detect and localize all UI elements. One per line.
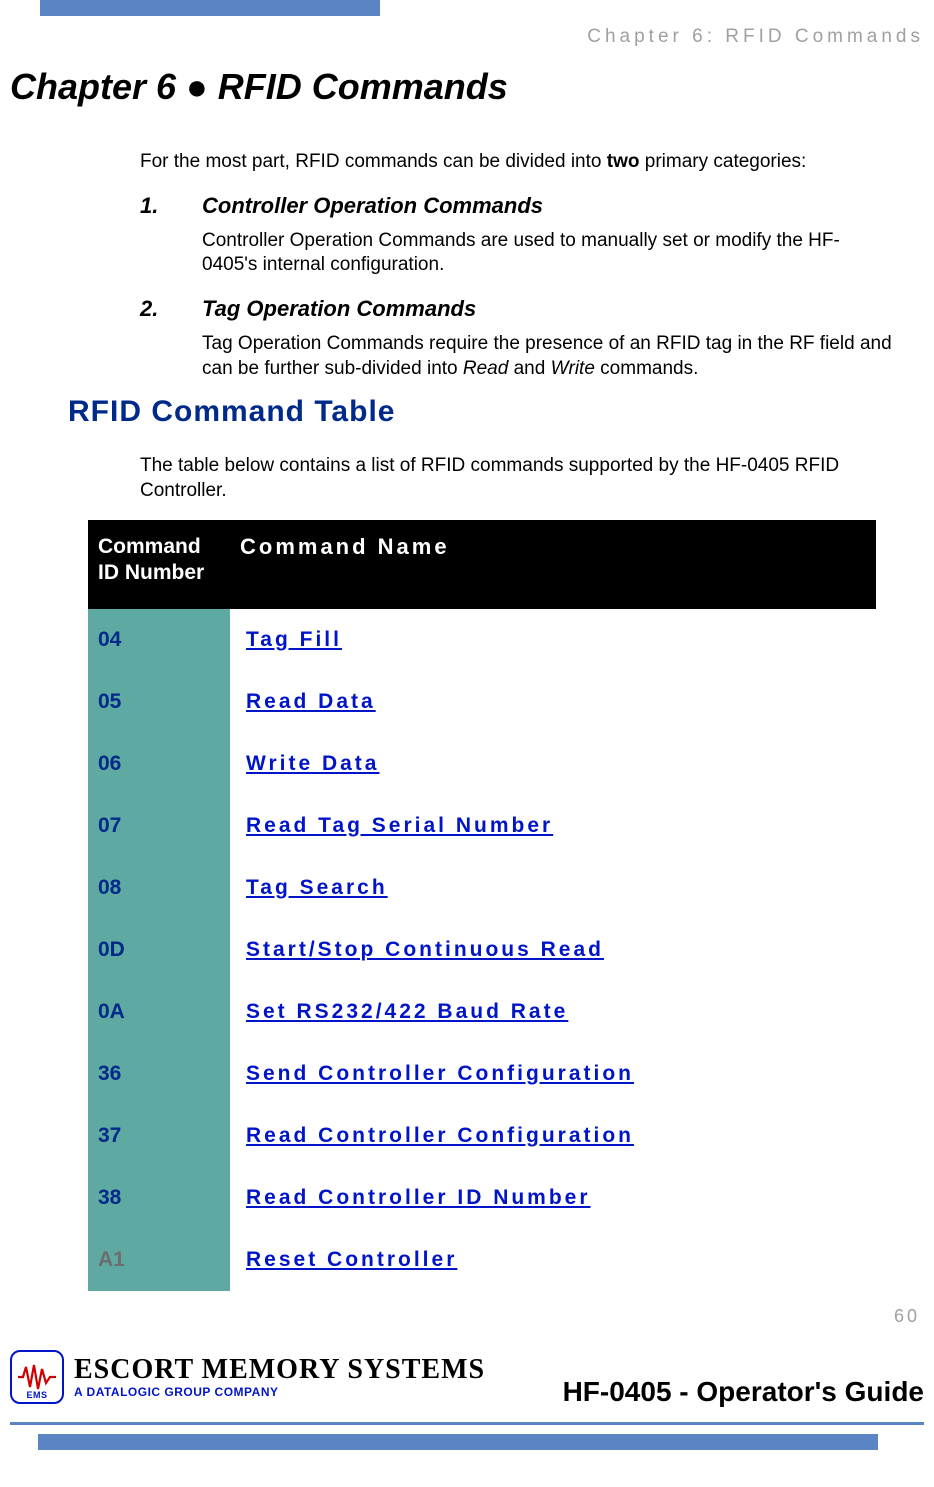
command-id-cell: 08 — [88, 857, 230, 919]
command-id-cell: 06 — [88, 733, 230, 795]
table-intro-text: The table below contains a list of RFID … — [140, 454, 910, 503]
command-name-cell: Tag Search — [230, 857, 876, 919]
command-id-cell: 04 — [88, 609, 230, 671]
command-id-cell: 0D — [88, 919, 230, 981]
intro-text-pre: For the most part, RFID commands can be … — [140, 151, 607, 172]
table-row: 38 Read Controller ID Number — [88, 1167, 876, 1229]
command-name-cell: Start/Stop Continuous Read — [230, 919, 876, 981]
list-number-1: 1. — [140, 193, 202, 219]
command-name-cell: Read Controller Configuration — [230, 1105, 876, 1167]
list-number-2: 2. — [140, 296, 202, 322]
page-number: 60 — [894, 1306, 920, 1327]
ems-badge-icon: EMS — [10, 1350, 64, 1404]
list-body-2-i2: Write — [551, 358, 595, 379]
command-link[interactable]: Reset Controller — [246, 1248, 457, 1271]
command-link[interactable]: Write Data — [246, 752, 379, 775]
command-name-cell: Write Data — [230, 733, 876, 795]
table-row: 0D Start/Stop Continuous Read — [88, 919, 876, 981]
command-id-cell: 05 — [88, 671, 230, 733]
waveform-icon — [17, 1363, 57, 1391]
document-title: HF-0405 - Operator's Guide — [563, 1376, 924, 1408]
command-link[interactable]: Send Controller Configuration — [246, 1062, 634, 1085]
command-id-cell: 38 — [88, 1167, 230, 1229]
table-row: 04 Tag Fill — [88, 609, 876, 671]
section-heading: RFID Command Table — [68, 395, 395, 429]
table-row: 37 Read Controller Configuration — [88, 1105, 876, 1167]
command-link[interactable]: Read Controller Configuration — [246, 1124, 634, 1147]
command-name-cell: Read Tag Serial Number — [230, 795, 876, 857]
command-id-cell: 0A — [88, 981, 230, 1043]
footer-accent-bar — [38, 1434, 878, 1450]
command-link[interactable]: Tag Fill — [246, 628, 342, 651]
table-row: 08 Tag Search — [88, 857, 876, 919]
command-name-cell: Read Controller ID Number — [230, 1167, 876, 1229]
table-row: 05 Read Data — [88, 671, 876, 733]
command-link[interactable]: Set RS232/422 Baud Rate — [246, 1000, 568, 1023]
table-row: A1 Reset Controller — [88, 1229, 876, 1291]
list-body-2: Tag Operation Commands require the prese… — [202, 332, 892, 381]
list-body-2-post: commands. — [595, 358, 698, 379]
table-row: 0A Set RS232/422 Baud Rate — [88, 981, 876, 1043]
top-accent-bar — [40, 0, 380, 16]
list-body-1: Controller Operation Commands are used t… — [202, 229, 892, 278]
list-body-2-i1: Read — [463, 358, 508, 379]
footer-rule — [10, 1422, 924, 1425]
command-id-cell: 37 — [88, 1105, 230, 1167]
brand-sub-text: A DATALOGIC GROUP COMPANY — [74, 1386, 485, 1398]
table-header-id: Command ID Number — [88, 520, 230, 609]
command-link[interactable]: Start/Stop Continuous Read — [246, 938, 604, 961]
page-footer: EMS ESCORT MEMORY SYSTEMS A DATALOGIC GR… — [10, 1350, 924, 1460]
command-link[interactable]: Read Controller ID Number — [246, 1186, 591, 1209]
command-name-cell: Tag Fill — [230, 609, 876, 671]
command-link[interactable]: Read Tag Serial Number — [246, 814, 553, 837]
command-name-cell: Send Controller Configuration — [230, 1043, 876, 1105]
command-name-cell: Read Data — [230, 671, 876, 733]
command-link[interactable]: Tag Search — [246, 876, 388, 899]
command-name-cell: Reset Controller — [230, 1229, 876, 1291]
table-row: 06 Write Data — [88, 733, 876, 795]
command-id-cell: A1 — [88, 1229, 230, 1291]
table-row: 36 Send Controller Configuration — [88, 1043, 876, 1105]
list-body-2-mid: and — [508, 358, 550, 379]
intro-text-bold: two — [607, 151, 640, 172]
intro-paragraph: For the most part, RFID commands can be … — [140, 150, 910, 175]
list-heading-1: Controller Operation Commands — [202, 193, 543, 219]
brand-main-text: ESCORT MEMORY SYSTEMS — [74, 1356, 485, 1384]
command-id-cell: 36 — [88, 1043, 230, 1105]
intro-text-post: primary categories: — [639, 151, 806, 172]
command-name-cell: Set RS232/422 Baud Rate — [230, 981, 876, 1043]
running-head: Chapter 6: RFID Commands — [587, 26, 924, 48]
list-heading-2: Tag Operation Commands — [202, 296, 476, 322]
command-id-cell: 07 — [88, 795, 230, 857]
rfid-command-table: Command ID Number Command Name 04 Tag Fil… — [88, 520, 876, 1291]
table-header-name: Command Name — [230, 520, 876, 609]
chapter-title: Chapter 6 ● RFID Commands — [10, 66, 508, 108]
command-link[interactable]: Read Data — [246, 690, 376, 713]
table-row: 07 Read Tag Serial Number — [88, 795, 876, 857]
ems-badge-label: EMS — [26, 1390, 47, 1400]
